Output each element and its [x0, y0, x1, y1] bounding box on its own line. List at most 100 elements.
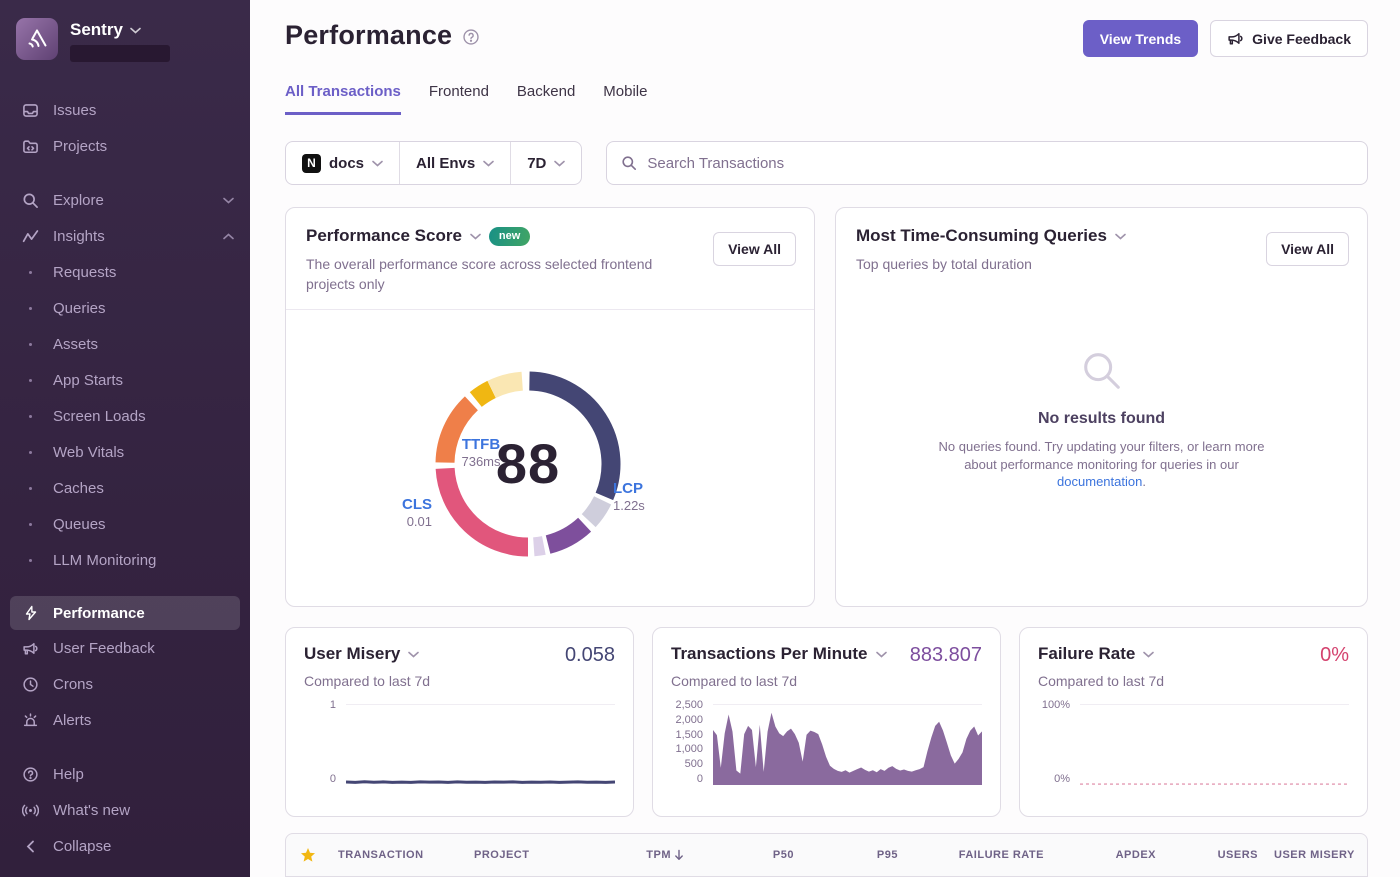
sidebar-item-user-feedback[interactable]: User Feedback: [0, 630, 250, 666]
sidebar-item-label: What's new: [53, 802, 130, 819]
tab-mobile[interactable]: Mobile: [603, 83, 647, 115]
tab-backend[interactable]: Backend: [517, 83, 575, 115]
user-misery-value: 0.058: [565, 644, 615, 667]
bullet-icon: [22, 271, 39, 274]
chevron-down-icon: [554, 160, 565, 167]
failure-rate-value: 0%: [1320, 644, 1349, 667]
date-range-dropdown[interactable]: 7D: [511, 142, 581, 184]
chevron-down-icon[interactable]: [876, 651, 887, 658]
column-header-users[interactable]: USERS: [1164, 849, 1266, 861]
sidebar-item-alerts[interactable]: Alerts: [0, 702, 250, 738]
sidebar-item-label: App Starts: [53, 372, 123, 389]
project-filter-dropdown[interactable]: N docs: [286, 142, 399, 184]
bullet-icon: [22, 523, 39, 526]
card-title: Most Time-Consuming Queries: [856, 226, 1107, 246]
sidebar-item-caches[interactable]: Caches: [0, 470, 250, 506]
time-consuming-queries-card: Most Time-Consuming Queries Top queries …: [835, 207, 1368, 607]
sidebar-item-screen-loads[interactable]: Screen Loads: [0, 398, 250, 434]
sidebar-item-queries[interactable]: Queries: [0, 290, 250, 326]
chevron-left-icon: [22, 840, 39, 853]
environment-filter-dropdown[interactable]: All Envs: [400, 142, 510, 184]
issues-icon: [22, 102, 39, 119]
sidebar-item-llm-monitoring[interactable]: LLM Monitoring: [0, 542, 250, 578]
sidebar-item-issues[interactable]: Issues: [0, 92, 250, 128]
column-header-user-misery[interactable]: USER MISERY: [1266, 849, 1367, 861]
sidebar-item-performance[interactable]: Performance: [10, 596, 240, 630]
sidebar-item-crons[interactable]: Crons: [0, 666, 250, 702]
search-icon: [621, 155, 637, 171]
sidebar-item-assets[interactable]: Assets: [0, 326, 250, 362]
sidebar-item-app-starts[interactable]: App Starts: [0, 362, 250, 398]
sidebar-item-label: Web Vitals: [53, 444, 124, 461]
search-transactions-box: [606, 141, 1368, 185]
view-all-button[interactable]: View All: [1266, 232, 1349, 266]
clock-icon: [22, 676, 39, 693]
empty-state-title: No results found: [1038, 410, 1165, 428]
page-title: Performance: [285, 20, 452, 51]
column-header-transaction[interactable]: TRANSACTION: [330, 849, 466, 861]
bullet-icon: [22, 307, 39, 310]
sidebar-item-queues[interactable]: Queues: [0, 506, 250, 542]
brand-name: Sentry: [70, 20, 123, 40]
sentry-logo: [16, 18, 58, 60]
environment-filter-value: All Envs: [416, 155, 475, 172]
empty-state-text: No queries found. Try updating your filt…: [927, 438, 1277, 491]
sidebar-item-explore[interactable]: Explore: [0, 182, 250, 218]
chevron-down-icon[interactable]: [1115, 233, 1126, 240]
sidebar-item-insights[interactable]: Insights: [0, 218, 250, 254]
tab-bar: All Transactions Frontend Backend Mobile: [285, 83, 1368, 115]
chevron-down-icon[interactable]: [408, 651, 419, 658]
bullet-icon: [22, 415, 39, 418]
search-transactions-input[interactable]: [647, 155, 1353, 172]
vital-lcp[interactable]: LCP 1.22s: [613, 480, 645, 515]
help-circle-icon[interactable]: [462, 28, 480, 46]
column-header-apdex[interactable]: APDEX: [1052, 849, 1164, 861]
help-icon: [22, 766, 39, 783]
vital-cls[interactable]: CLS 0.01: [374, 496, 432, 531]
vital-ttfb[interactable]: TTFB 736ms: [446, 436, 516, 471]
sidebar-item-whats-new[interactable]: What's new: [0, 792, 250, 828]
org-switcher[interactable]: Sentry: [0, 14, 250, 72]
main-content: Performance View Trends Give Feedback Al…: [250, 0, 1400, 877]
sidebar-item-requests[interactable]: Requests: [0, 254, 250, 290]
sidebar-item-label: Queries: [53, 300, 106, 317]
column-header-tpm[interactable]: TPM: [596, 849, 692, 861]
chevron-down-icon[interactable]: [470, 233, 481, 240]
sidebar-item-label: Requests: [53, 264, 116, 281]
sidebar-item-projects[interactable]: Projects: [0, 128, 250, 164]
tab-frontend[interactable]: Frontend: [429, 83, 489, 115]
sidebar-item-label: Alerts: [53, 712, 91, 729]
column-header-p95[interactable]: P95: [802, 849, 906, 861]
sort-desc-icon: [674, 849, 684, 861]
documentation-link[interactable]: documentation: [1057, 474, 1142, 489]
card-subtitle: Compared to last 7d: [304, 673, 615, 689]
sidebar-item-web-vitals[interactable]: Web Vitals: [0, 434, 250, 470]
column-header-project[interactable]: PROJECT: [466, 849, 596, 861]
sidebar-item-label: Insights: [53, 228, 105, 245]
sidebar-item-help[interactable]: Help: [0, 756, 250, 792]
failure-rate-chart[interactable]: [1080, 699, 1349, 785]
chevron-down-icon[interactable]: [1143, 651, 1154, 658]
sidebar-item-label: Assets: [53, 336, 98, 353]
y-axis: 1 0: [304, 699, 338, 785]
sidebar-item-label: Help: [53, 766, 84, 783]
view-trends-button[interactable]: View Trends: [1083, 20, 1198, 57]
tpm-value: 883.807: [910, 644, 982, 667]
y-axis: 2,500 2,000 1,500 1,000 500 0: [671, 699, 705, 785]
card-title: Failure Rate: [1038, 644, 1135, 664]
sidebar-collapse-button[interactable]: Collapse: [0, 828, 250, 864]
chevron-down-icon: [372, 160, 383, 167]
view-all-button[interactable]: View All: [713, 232, 796, 266]
sidebar-item-label: Caches: [53, 480, 104, 497]
card-subtitle: Top queries by total duration: [856, 254, 1236, 274]
star-icon[interactable]: [286, 847, 330, 863]
column-header-failure-rate[interactable]: FAILURE RATE: [906, 849, 1052, 861]
user-misery-chart[interactable]: [346, 699, 615, 785]
give-feedback-button[interactable]: Give Feedback: [1210, 20, 1368, 57]
card-description: The overall performance score across sel…: [306, 254, 686, 295]
tpm-chart[interactable]: [713, 699, 982, 785]
column-header-p50[interactable]: P50: [692, 849, 802, 861]
sidebar-item-label: Explore: [53, 192, 104, 209]
chevron-down-icon: [130, 27, 141, 34]
tab-all-transactions[interactable]: All Transactions: [285, 83, 401, 115]
